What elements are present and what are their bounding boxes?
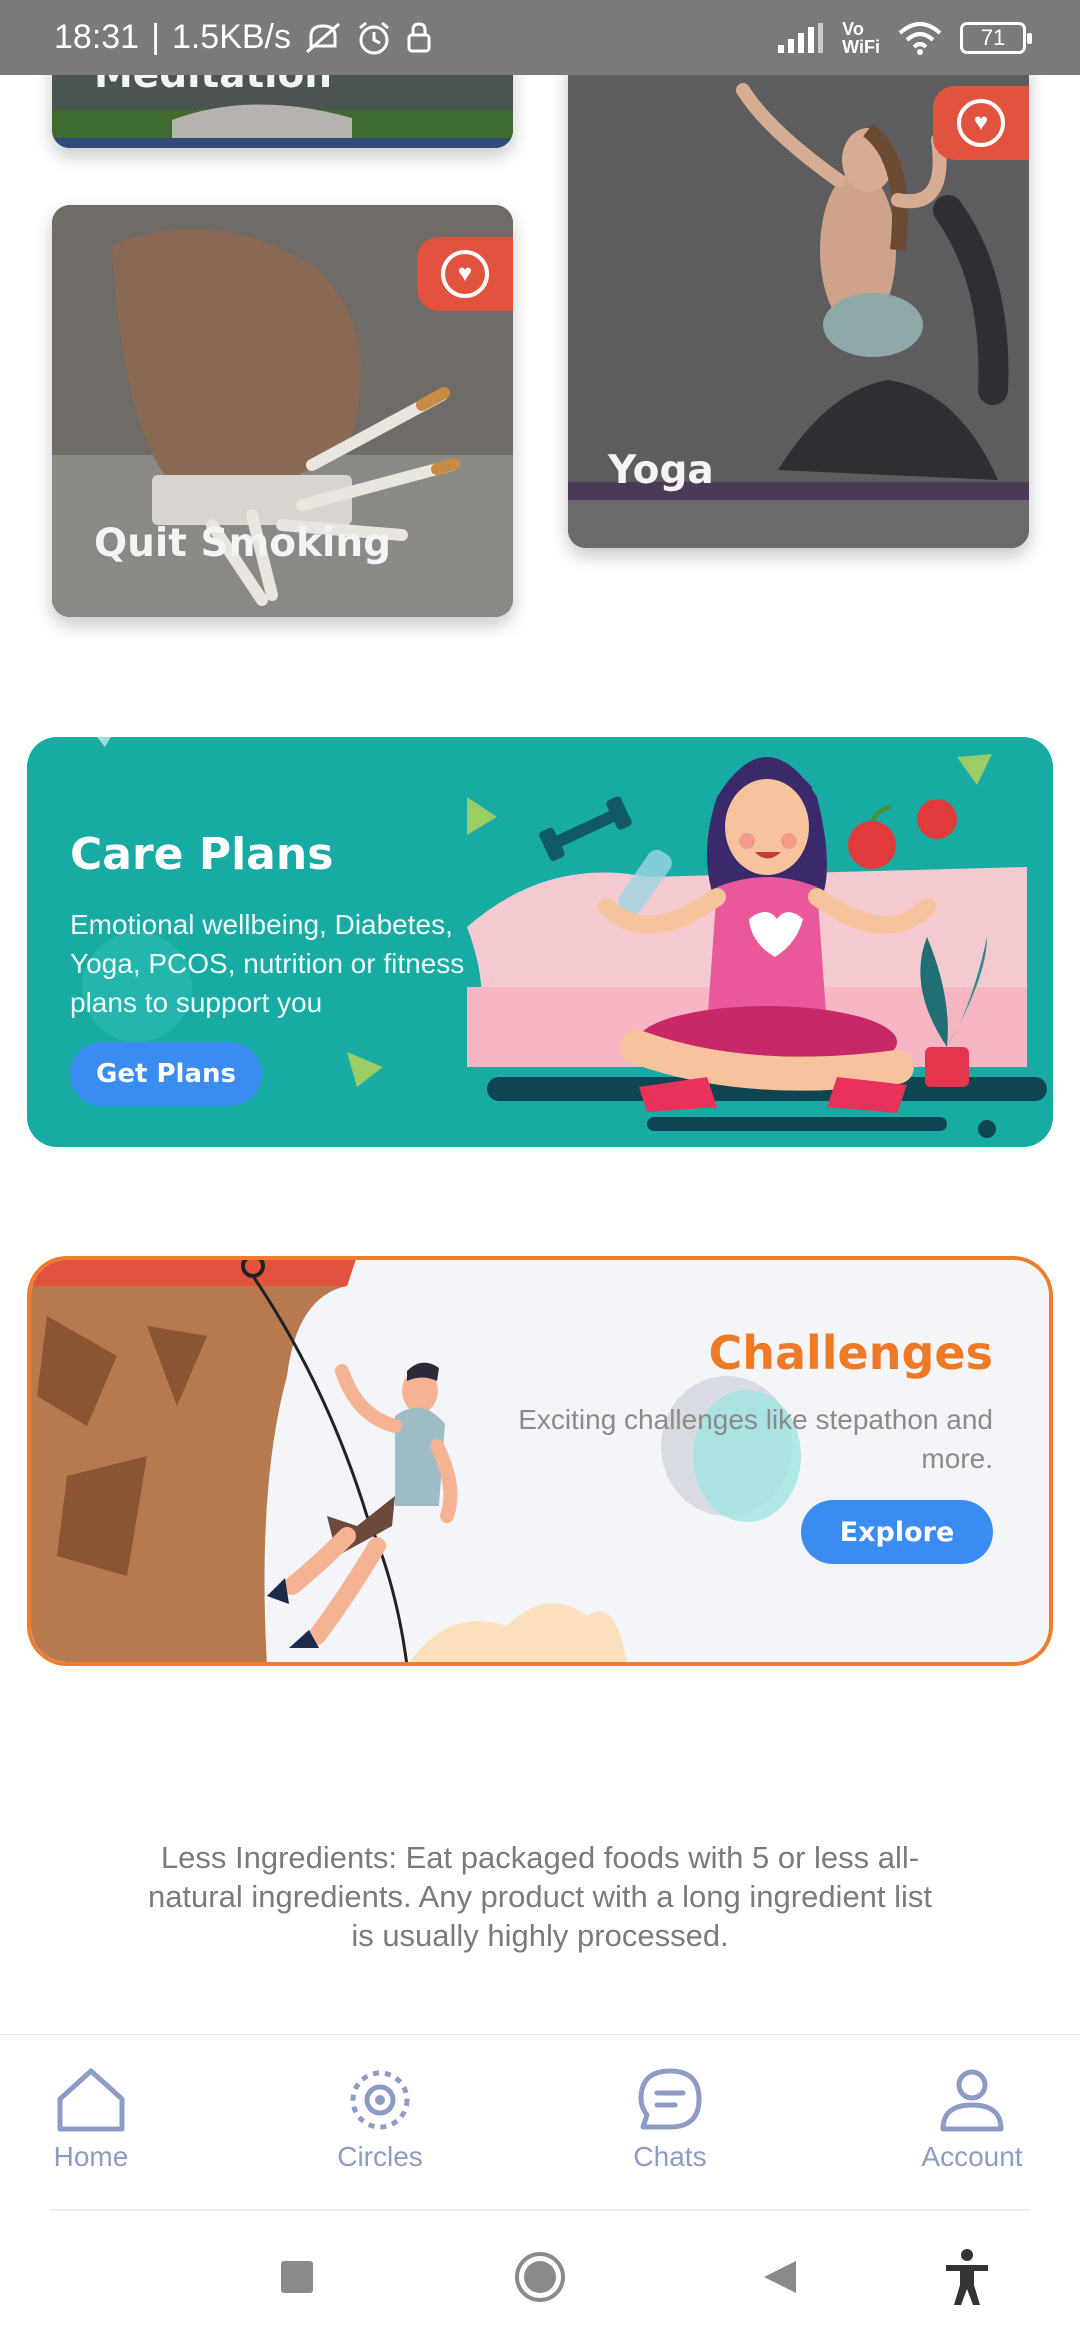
challenges-banner[interactable]: Challenges Exciting challenges like step… <box>27 1256 1053 1666</box>
recents-icon <box>281 2261 313 2293</box>
card-label-yoga: Yoga <box>608 448 714 493</box>
nav-label-chats: Chats <box>633 2141 707 2172</box>
mute-icon <box>306 22 341 53</box>
chat-icon <box>638 2068 702 2130</box>
circles-icon <box>350 2070 410 2130</box>
status-divider: | <box>151 18 160 56</box>
nav-divider <box>50 2209 1030 2211</box>
back-button[interactable] <box>745 2242 815 2312</box>
nav-item-home[interactable]: Home <box>11 2065 171 2173</box>
health-tip: Less Ingredients: Eat packaged foods wit… <box>147 1840 933 1953</box>
heart-icon: ♥ <box>441 250 489 298</box>
card-quit-smoking[interactable]: ♥ Quit Smoking <box>52 205 513 617</box>
home-icon <box>57 2068 125 2132</box>
vowifi-label: Vo WiFi <box>842 18 880 57</box>
card-yoga[interactable]: ♥ Yoga <box>568 50 1029 548</box>
status-bar: 18:31 | 1.5KB/s Vo WiFi 71 <box>0 0 1080 75</box>
challenges-description: Exciting challenges like stepathon and m… <box>518 1404 993 1474</box>
accessibility-icon <box>946 2249 988 2305</box>
bottom-nav: Home Circles Chats Account <box>0 2034 1080 2210</box>
status-left: 18:31 | 1.5KB/s <box>54 18 433 57</box>
care-plans-banner[interactable]: Care Plans Emotional wellbeing, Diabetes… <box>27 737 1053 1147</box>
nav-item-circles[interactable]: Circles <box>300 2065 460 2173</box>
signal-icon <box>778 22 824 53</box>
wifi-icon <box>898 21 942 55</box>
challenges-title: Challenges <box>708 1326 993 1380</box>
system-nav-bar <box>0 2212 1080 2340</box>
favorite-button-quit-smoking[interactable]: ♥ <box>417 237 513 311</box>
favorite-button-yoga[interactable]: ♥ <box>933 86 1029 160</box>
care-plans-title: Care Plans <box>70 829 334 880</box>
get-plans-button[interactable]: Get Plans <box>70 1042 262 1106</box>
accessibility-button[interactable] <box>932 2242 1002 2312</box>
status-right: Vo WiFi 71 <box>776 18 1032 57</box>
nav-item-account[interactable]: Account <box>892 2065 1052 2173</box>
battery-indicator: 71 <box>960 21 1032 54</box>
recents-button[interactable] <box>262 2242 332 2312</box>
status-time: 18:31 <box>54 18 140 56</box>
nav-label-home: Home <box>53 2141 129 2172</box>
home-system-button[interactable] <box>505 2242 575 2312</box>
nav-label-circles: Circles <box>337 2141 423 2172</box>
lock-icon <box>407 21 431 52</box>
nav-label-account: Account <box>921 2141 1023 2172</box>
alarm-icon <box>359 21 389 54</box>
home-circle-icon <box>515 2252 565 2302</box>
care-plans-description: Emotional wellbeing, Diabetes, Yoga, PCO… <box>70 909 465 1018</box>
back-icon <box>764 2261 796 2293</box>
status-net-speed: 1.5KB/s <box>171 18 292 56</box>
card-label-quit-smoking: Quit Smoking <box>94 521 392 566</box>
explore-button[interactable]: Explore <box>801 1500 993 1564</box>
nav-item-chats[interactable]: Chats <box>590 2065 750 2173</box>
account-icon <box>940 2069 1004 2132</box>
heart-icon: ♥ <box>957 99 1005 147</box>
